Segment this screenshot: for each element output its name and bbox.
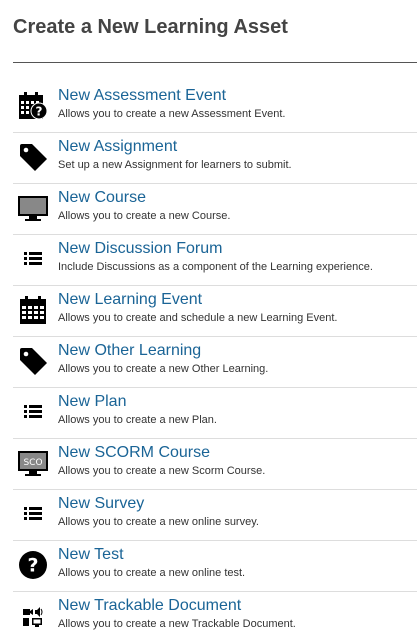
item-description: Allows you to create a new Trackable Doc… — [58, 618, 296, 630]
monitor-icon — [17, 192, 49, 224]
item-description: Allows you to create and schedule a new … — [58, 312, 338, 324]
item-title[interactable]: New Learning Event — [58, 291, 202, 309]
sco-monitor-icon: SCO — [17, 447, 49, 479]
tag-icon — [17, 345, 49, 377]
item-description: Allows you to create a new Scorm Course. — [58, 465, 266, 477]
list-item-test[interactable]: ? New Test Allows you to create a new on… — [13, 541, 417, 592]
svg-text:SCO: SCO — [23, 458, 42, 468]
list-item-assignment[interactable]: New Assignment Set up a new Assignment f… — [13, 133, 417, 184]
asset-type-list: ? New Assessment Event Allows you to cre… — [13, 82, 417, 642]
question-circle-icon: ? — [17, 549, 49, 581]
item-title[interactable]: New Assignment — [58, 138, 177, 156]
list-item-scorm-course[interactable]: SCO New SCORM Course Allows you to creat… — [13, 439, 417, 490]
item-description: Allows you to create a new Course. — [58, 210, 231, 222]
item-title[interactable]: New Other Learning — [58, 342, 201, 360]
item-title[interactable]: New Discussion Forum — [58, 240, 222, 258]
svg-text:?: ? — [36, 105, 43, 119]
list-item-trackable-document[interactable]: New Trackable Document Allows you to cre… — [13, 592, 417, 642]
item-description: Include Discussions as a component of th… — [58, 261, 373, 273]
tag-icon — [17, 141, 49, 173]
item-description: Set up a new Assignment for learners to … — [58, 159, 292, 171]
item-title[interactable]: New Test — [58, 546, 124, 564]
list-item-learning-event[interactable]: New Learning Event Allows you to create … — [13, 286, 417, 337]
list-icon — [17, 243, 49, 275]
page-title: Create a New Learning Asset — [13, 16, 288, 38]
svg-text:?: ? — [27, 555, 38, 577]
item-description: Allows you to create a new Plan. — [58, 414, 217, 426]
list-item-course[interactable]: New Course Allows you to create a new Co… — [13, 184, 417, 235]
list-item-other-learning[interactable]: New Other Learning Allows you to create … — [13, 337, 417, 388]
list-item-discussion-forum[interactable]: New Discussion Forum Include Discussions… — [13, 235, 417, 286]
title-divider — [13, 62, 417, 63]
media-icon — [17, 600, 49, 632]
list-icon — [17, 396, 49, 428]
list-item-plan[interactable]: New Plan Allows you to create a new Plan… — [13, 388, 417, 439]
list-item-survey[interactable]: New Survey Allows you to create a new on… — [13, 490, 417, 541]
item-description: Allows you to create a new online test. — [58, 567, 246, 579]
item-title[interactable]: New Course — [58, 189, 146, 207]
item-description: Allows you to create a new Assessment Ev… — [58, 108, 286, 120]
item-description: Allows you to create a new online survey… — [58, 516, 259, 528]
list-item-assessment-event[interactable]: ? New Assessment Event Allows you to cre… — [13, 82, 417, 133]
item-title[interactable]: New Plan — [58, 393, 126, 411]
item-title[interactable]: New Survey — [58, 495, 144, 513]
item-title[interactable]: New SCORM Course — [58, 444, 210, 462]
item-description: Allows you to create a new Other Learnin… — [58, 363, 269, 375]
list-icon — [17, 498, 49, 530]
calendar-question-icon: ? — [17, 90, 49, 122]
item-title[interactable]: New Trackable Document — [58, 597, 241, 615]
calendar-icon — [17, 294, 49, 326]
item-title[interactable]: New Assessment Event — [58, 87, 226, 105]
